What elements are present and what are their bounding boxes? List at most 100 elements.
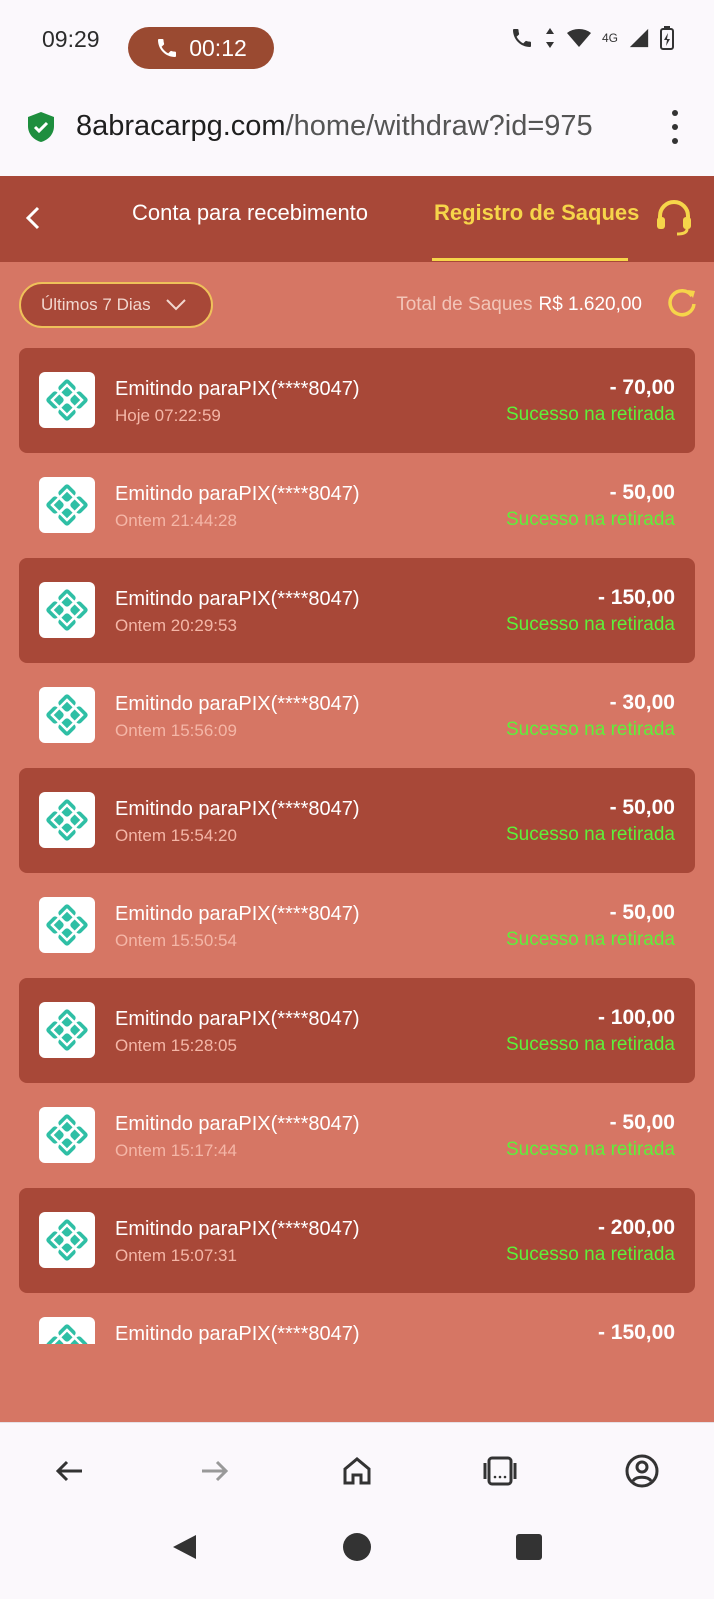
chevron-down-icon — [165, 299, 186, 311]
pix-logo — [39, 1317, 95, 1344]
withdrawal-amount: - 30,00 — [609, 691, 675, 714]
withdrawal-amount: - 50,00 — [609, 901, 675, 924]
withdrawal-row[interactable]: Emitindo paraPIX(****8047) Ontem 15:54:20… — [19, 768, 695, 873]
withdrawal-title: Emitindo paraPIX(****8047) — [115, 588, 360, 610]
withdrawal-time: Ontem 15:07:31 — [115, 1246, 237, 1265]
total-amount: R$ 1.620,00 — [538, 294, 642, 315]
wifi-call-icon — [512, 29, 531, 47]
pix-logo-icon — [46, 694, 88, 736]
withdrawals-list: Emitindo paraPIX(****8047) Hoje 07:22:59 -… — [19, 348, 695, 1344]
pix-logo-icon — [46, 799, 88, 841]
withdrawal-title: Emitindo paraPIX(****8047) — [115, 1323, 360, 1344]
pix-logo-icon — [46, 379, 88, 421]
pix-logo — [39, 1002, 95, 1058]
call-duration: 00:12 — [189, 34, 247, 61]
withdrawal-amount: - 70,00 — [609, 376, 675, 399]
withdrawal-status: Sucesso na retirada — [506, 614, 675, 635]
app-header: Conta para recebimento Registro de Saque… — [0, 176, 714, 262]
phone-icon — [158, 39, 177, 57]
pix-logo — [39, 687, 95, 743]
status-icons: 4G — [510, 26, 674, 50]
withdrawal-amount: - 50,00 — [609, 1111, 675, 1134]
refresh-icon[interactable] — [666, 286, 698, 318]
pix-logo-icon — [46, 1009, 88, 1051]
withdraw-records-page: Últimos 7 Dias Total de Saques R$ 1.620,0… — [0, 262, 714, 1422]
pix-logo — [39, 897, 95, 953]
pix-logo — [39, 792, 95, 848]
browser-url-bar[interactable]: 8abracarpg.com/home/withdraw?id=975 — [0, 80, 714, 177]
withdrawal-title: Emitindo paraPIX(****8047) — [115, 903, 360, 925]
withdrawal-status: Sucesso na retirada — [506, 1244, 675, 1265]
status-bar: 09:29 00:12 4G — [0, 0, 714, 80]
browser-toolbar — [0, 1422, 714, 1513]
withdrawal-title: Emitindo paraPIX(****8047) — [115, 483, 360, 505]
withdrawal-row[interactable]: Emitindo paraPIX(****8047) Ontem 15:07:31… — [19, 1188, 695, 1293]
date-range-label: Últimos 7 Dias — [41, 295, 151, 314]
total-withdrawals: Total de Saques R$ 1.620,00 — [396, 294, 642, 316]
withdrawal-title: Emitindo paraPIX(****8047) — [115, 1113, 360, 1135]
browser-menu-icon[interactable] — [670, 110, 680, 144]
withdrawal-time: Ontem 20:29:53 — [115, 616, 237, 635]
tabs-icon[interactable] — [482, 1453, 518, 1489]
headset-icon[interactable] — [654, 198, 694, 236]
withdrawal-status: Sucesso na retirada — [506, 824, 675, 845]
withdrawal-time: Ontem 15:50:54 — [115, 931, 237, 950]
pix-logo — [39, 477, 95, 533]
withdrawal-amount: - 50,00 — [609, 481, 675, 504]
secure-shield-icon — [28, 112, 54, 142]
system-recents-icon[interactable] — [514, 1532, 544, 1562]
system-nav-bar — [0, 1512, 714, 1599]
withdrawal-row[interactable]: Emitindo paraPIX(****8047) Hoje 07:22:59 -… — [19, 348, 695, 453]
battery-icon — [660, 26, 674, 50]
system-home-icon[interactable] — [342, 1532, 372, 1562]
system-back-icon[interactable] — [170, 1532, 200, 1562]
network-type: 4G — [601, 31, 618, 45]
withdrawal-time: Ontem 15:17:44 — [115, 1141, 237, 1160]
pix-logo-icon — [46, 589, 88, 631]
wifi-icon — [566, 29, 591, 47]
withdrawal-time: Ontem 21:44:28 — [115, 511, 237, 530]
back-arrow-icon[interactable] — [52, 1453, 88, 1489]
status-time: 09:29 — [42, 26, 100, 52]
pix-logo — [39, 372, 95, 428]
withdrawal-row[interactable]: Emitindo paraPIX(****8047) Ontem 21:44:28… — [19, 453, 695, 558]
withdrawal-row[interactable]: Emitindo paraPIX(****8047) Ontem 15:17:44… — [19, 1083, 695, 1188]
withdrawal-time: Ontem 15:54:20 — [115, 826, 237, 845]
withdrawal-row[interactable]: Emitindo paraPIX(****8047) - 150,00 — [19, 1293, 695, 1344]
withdrawal-title: Emitindo paraPIX(****8047) — [115, 1218, 360, 1240]
withdrawal-amount: - 150,00 — [597, 586, 675, 609]
pix-logo-icon — [46, 1219, 88, 1261]
withdrawal-row[interactable]: Emitindo paraPIX(****8047) Ontem 20:29:53… — [19, 558, 695, 663]
date-range-dropdown[interactable]: Últimos 7 Dias — [19, 282, 213, 328]
withdrawal-time: Ontem 15:56:09 — [115, 721, 237, 740]
withdrawal-row[interactable]: Emitindo paraPIX(****8047) Ontem 15:50:54… — [19, 873, 695, 978]
pix-logo-icon — [46, 484, 88, 526]
withdrawal-status: Sucesso na retirada — [506, 1139, 675, 1160]
tab-withdraw-records[interactable]: Registro de Saques — [434, 200, 639, 226]
pix-logo — [39, 1107, 95, 1163]
withdrawal-amount: - 150,00 — [597, 1321, 675, 1344]
withdrawal-time: Hoje 07:22:59 — [115, 406, 221, 425]
withdrawal-title: Emitindo paraPIX(****8047) — [115, 1008, 360, 1030]
chevron-left-icon[interactable] — [18, 200, 48, 236]
withdrawal-title: Emitindo paraPIX(****8047) — [115, 798, 360, 820]
pix-logo-icon — [46, 1324, 88, 1344]
url-text[interactable]: 8abracarpg.com/home/withdraw?id=975 — [76, 110, 636, 143]
pix-logo — [39, 1212, 95, 1268]
url-path: /home/withdraw?id=975 — [285, 110, 593, 142]
signal-icon — [629, 28, 649, 48]
withdrawal-row[interactable]: Emitindo paraPIX(****8047) Ontem 15:56:09… — [19, 663, 695, 768]
pix-logo-icon — [46, 1114, 88, 1156]
withdrawal-status: Sucesso na retirada — [506, 929, 675, 950]
tab-account[interactable]: Conta para recebimento — [132, 200, 368, 226]
withdrawal-status: Sucesso na retirada — [506, 1034, 675, 1055]
forward-arrow-icon[interactable] — [196, 1453, 232, 1489]
withdrawal-row[interactable]: Emitindo paraPIX(****8047) Ontem 15:28:05… — [19, 978, 695, 1083]
withdrawal-title: Emitindo paraPIX(****8047) — [115, 693, 360, 715]
active-tab-indicator — [432, 258, 628, 261]
withdrawal-status: Sucesso na retirada — [506, 509, 675, 530]
home-icon[interactable] — [339, 1453, 375, 1489]
url-domain: 8abracarpg.com — [76, 110, 286, 142]
account-icon[interactable] — [624, 1453, 660, 1489]
ongoing-call-pill[interactable]: 00:12 — [128, 27, 274, 69]
